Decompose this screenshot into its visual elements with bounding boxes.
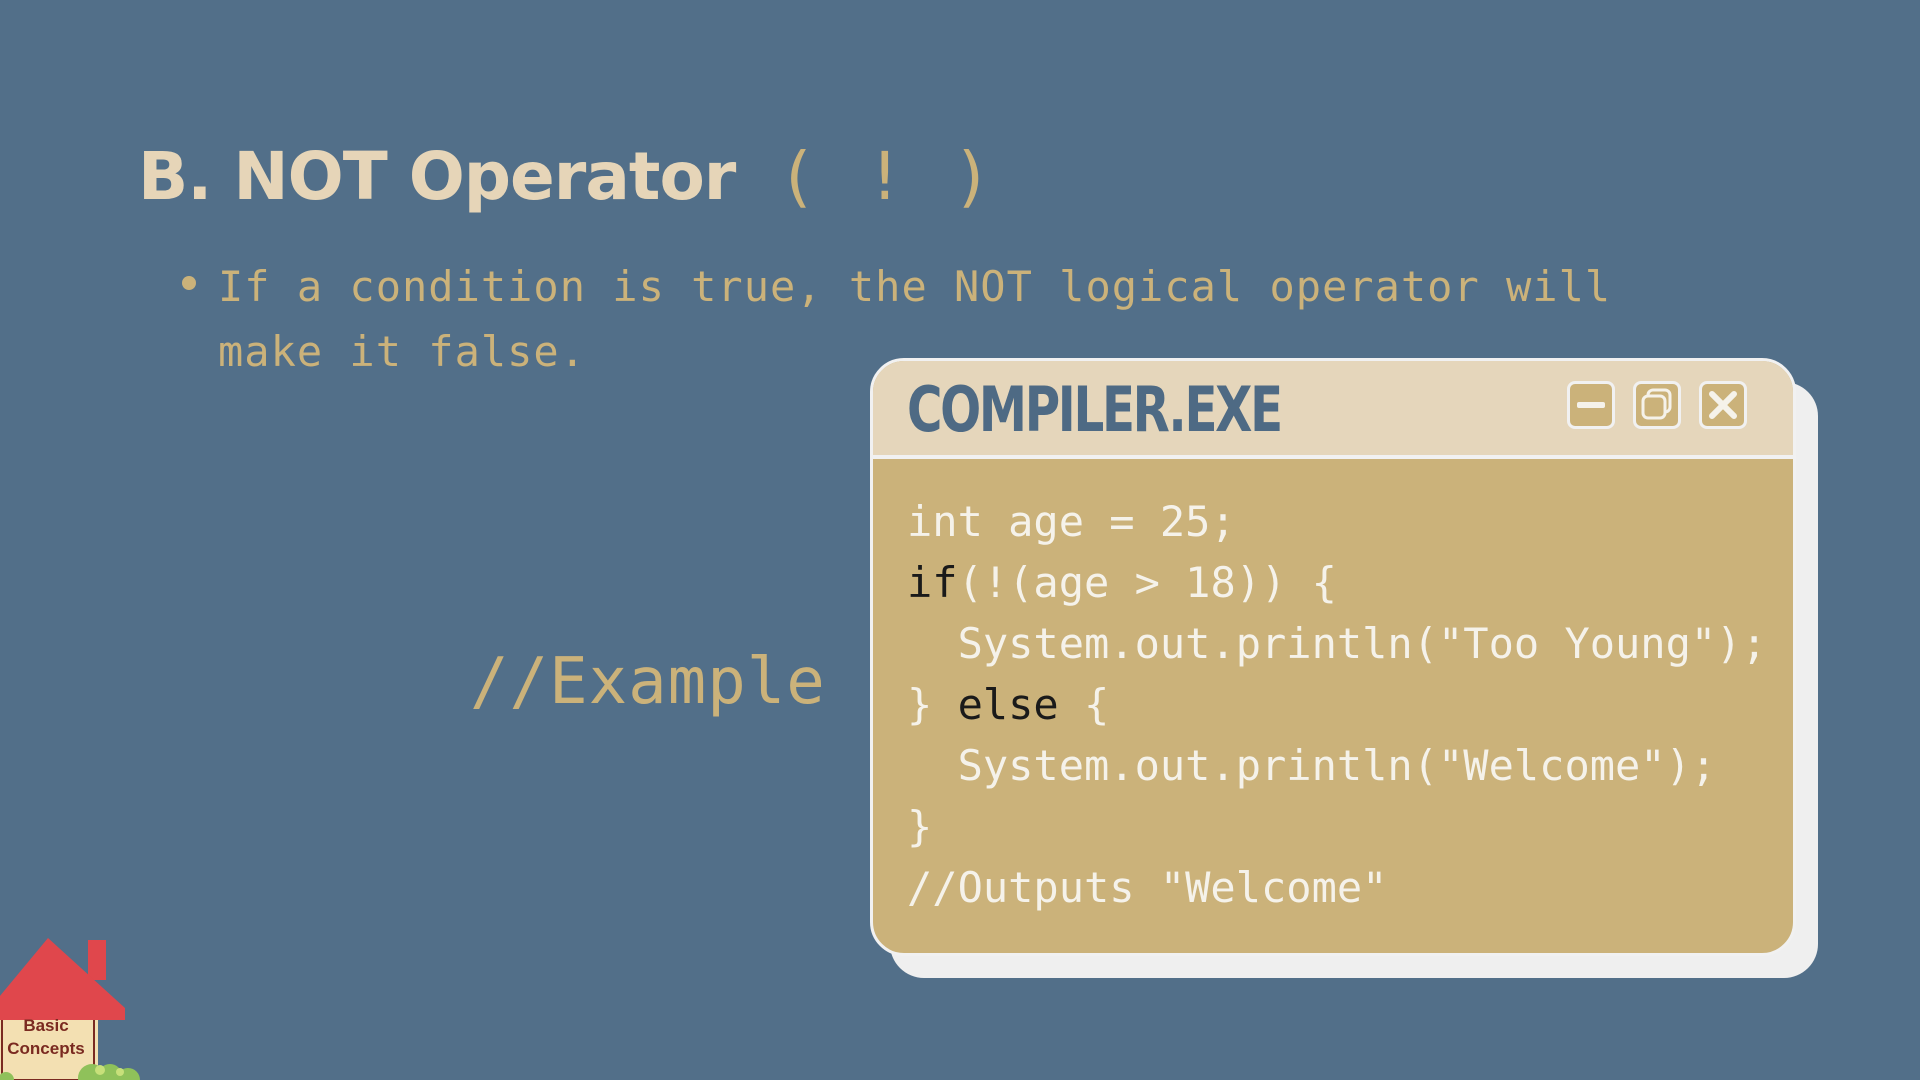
close-button[interactable]: [1699, 381, 1747, 429]
code-line: int age = 25;: [907, 497, 1236, 546]
window-title: COMPILER.EXE: [907, 373, 1283, 446]
code-keyword-else: else: [957, 680, 1059, 729]
close-icon: [1709, 391, 1737, 419]
code-line: }: [907, 802, 933, 851]
code-line: System.out.println("Welcome");: [907, 741, 1717, 790]
code-line: (!(age > 18)) {: [957, 558, 1337, 607]
bullet-line-1: If a condition is true, the NOT logical …: [218, 262, 1612, 311]
window-titlebar[interactable]: COMPILER.EXE: [873, 361, 1793, 459]
basic-concepts-badge: Basic Concepts: [0, 1014, 92, 1060]
not-symbol: ( ! ): [777, 138, 997, 215]
minimize-button[interactable]: [1567, 381, 1615, 429]
restore-button[interactable]: [1633, 381, 1681, 429]
bullet-dot: [182, 276, 196, 290]
code-block: int age = 25; if(!(age > 18)) { System.o…: [907, 491, 1767, 918]
code-keyword-if: if: [907, 558, 958, 607]
badge-line-1: Basic: [23, 1016, 69, 1035]
code-line: System.out.println("Too Young");: [907, 619, 1767, 668]
restore-icon: [1641, 388, 1672, 420]
badge-line-2: Concepts: [7, 1039, 85, 1058]
code-line: }: [907, 680, 958, 729]
code-line: {: [1058, 680, 1110, 729]
slide-title-text: B. NOT Operator: [138, 138, 736, 215]
slide-title: B. NOT Operator ( ! ): [138, 138, 996, 215]
example-label: //Example: [470, 645, 826, 719]
compiler-window: COMPILER.EXE int age = 25; if(!(age > 18…: [870, 358, 1796, 956]
code-comment: //Outputs "Welcome": [907, 863, 1388, 912]
minimize-icon: [1577, 402, 1605, 408]
